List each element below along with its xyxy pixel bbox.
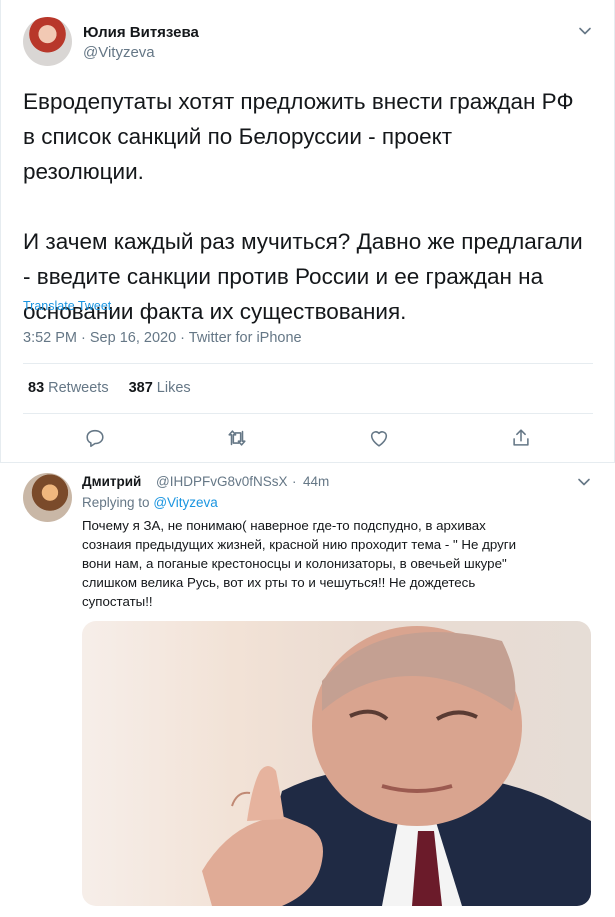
tweet-separator xyxy=(0,462,615,463)
likes-stat[interactable]: 387 Likes xyxy=(129,380,191,396)
reply-text: Почему я ЗА, не понимаю( наверное где-то… xyxy=(82,518,516,609)
reply-photo[interactable] xyxy=(82,621,591,906)
avatar[interactable] xyxy=(23,473,72,522)
likes-count: 387 xyxy=(128,380,153,396)
replying-prefix: Replying to xyxy=(82,495,150,510)
likes-label: Likes xyxy=(156,380,191,396)
reply-icon[interactable] xyxy=(84,427,106,449)
reply-display-name[interactable]: Дмитрий xyxy=(82,474,141,489)
divider xyxy=(23,413,593,414)
display-name[interactable]: Юлия Витязева xyxy=(83,24,199,41)
photo-illustration xyxy=(202,626,591,906)
reply-timestamp[interactable]: 44m xyxy=(303,474,329,489)
chevron-down-icon[interactable] xyxy=(577,475,591,489)
tweet-timestamp[interactable]: 3:52 PM · Sep 16, 2020 · Twitter for iPh… xyxy=(23,330,302,346)
divider xyxy=(23,363,593,364)
retweets-stat[interactable]: 83 Retweets xyxy=(28,380,109,396)
user-handle[interactable]: @Vityzeva xyxy=(83,44,155,61)
replying-to: Replying to @Vityzeva xyxy=(82,495,218,510)
separator-dot: · xyxy=(292,474,297,489)
share-icon[interactable] xyxy=(510,427,532,449)
reply-user-handle[interactable]: @IHDPFvG8v0fNSsX xyxy=(156,474,287,489)
retweets-count: 83 xyxy=(28,380,45,396)
tweet-text: Евродепутаты хотят предложить внести гра… xyxy=(23,89,583,324)
heart-icon[interactable] xyxy=(368,427,390,449)
engagement-stats: 83 Retweets 387 Likes xyxy=(28,380,191,396)
translate-tweet-link[interactable]: Translate Tweet xyxy=(23,299,111,313)
replying-to-link[interactable]: @Vityzeva xyxy=(153,495,217,510)
chevron-down-icon[interactable] xyxy=(578,24,592,38)
main-tweet: Юлия Витязева @Vityzeva Евродепутаты хот… xyxy=(0,0,615,463)
avatar[interactable] xyxy=(23,17,72,66)
retweet-icon[interactable] xyxy=(226,427,248,449)
retweets-label: Retweets xyxy=(48,380,109,396)
